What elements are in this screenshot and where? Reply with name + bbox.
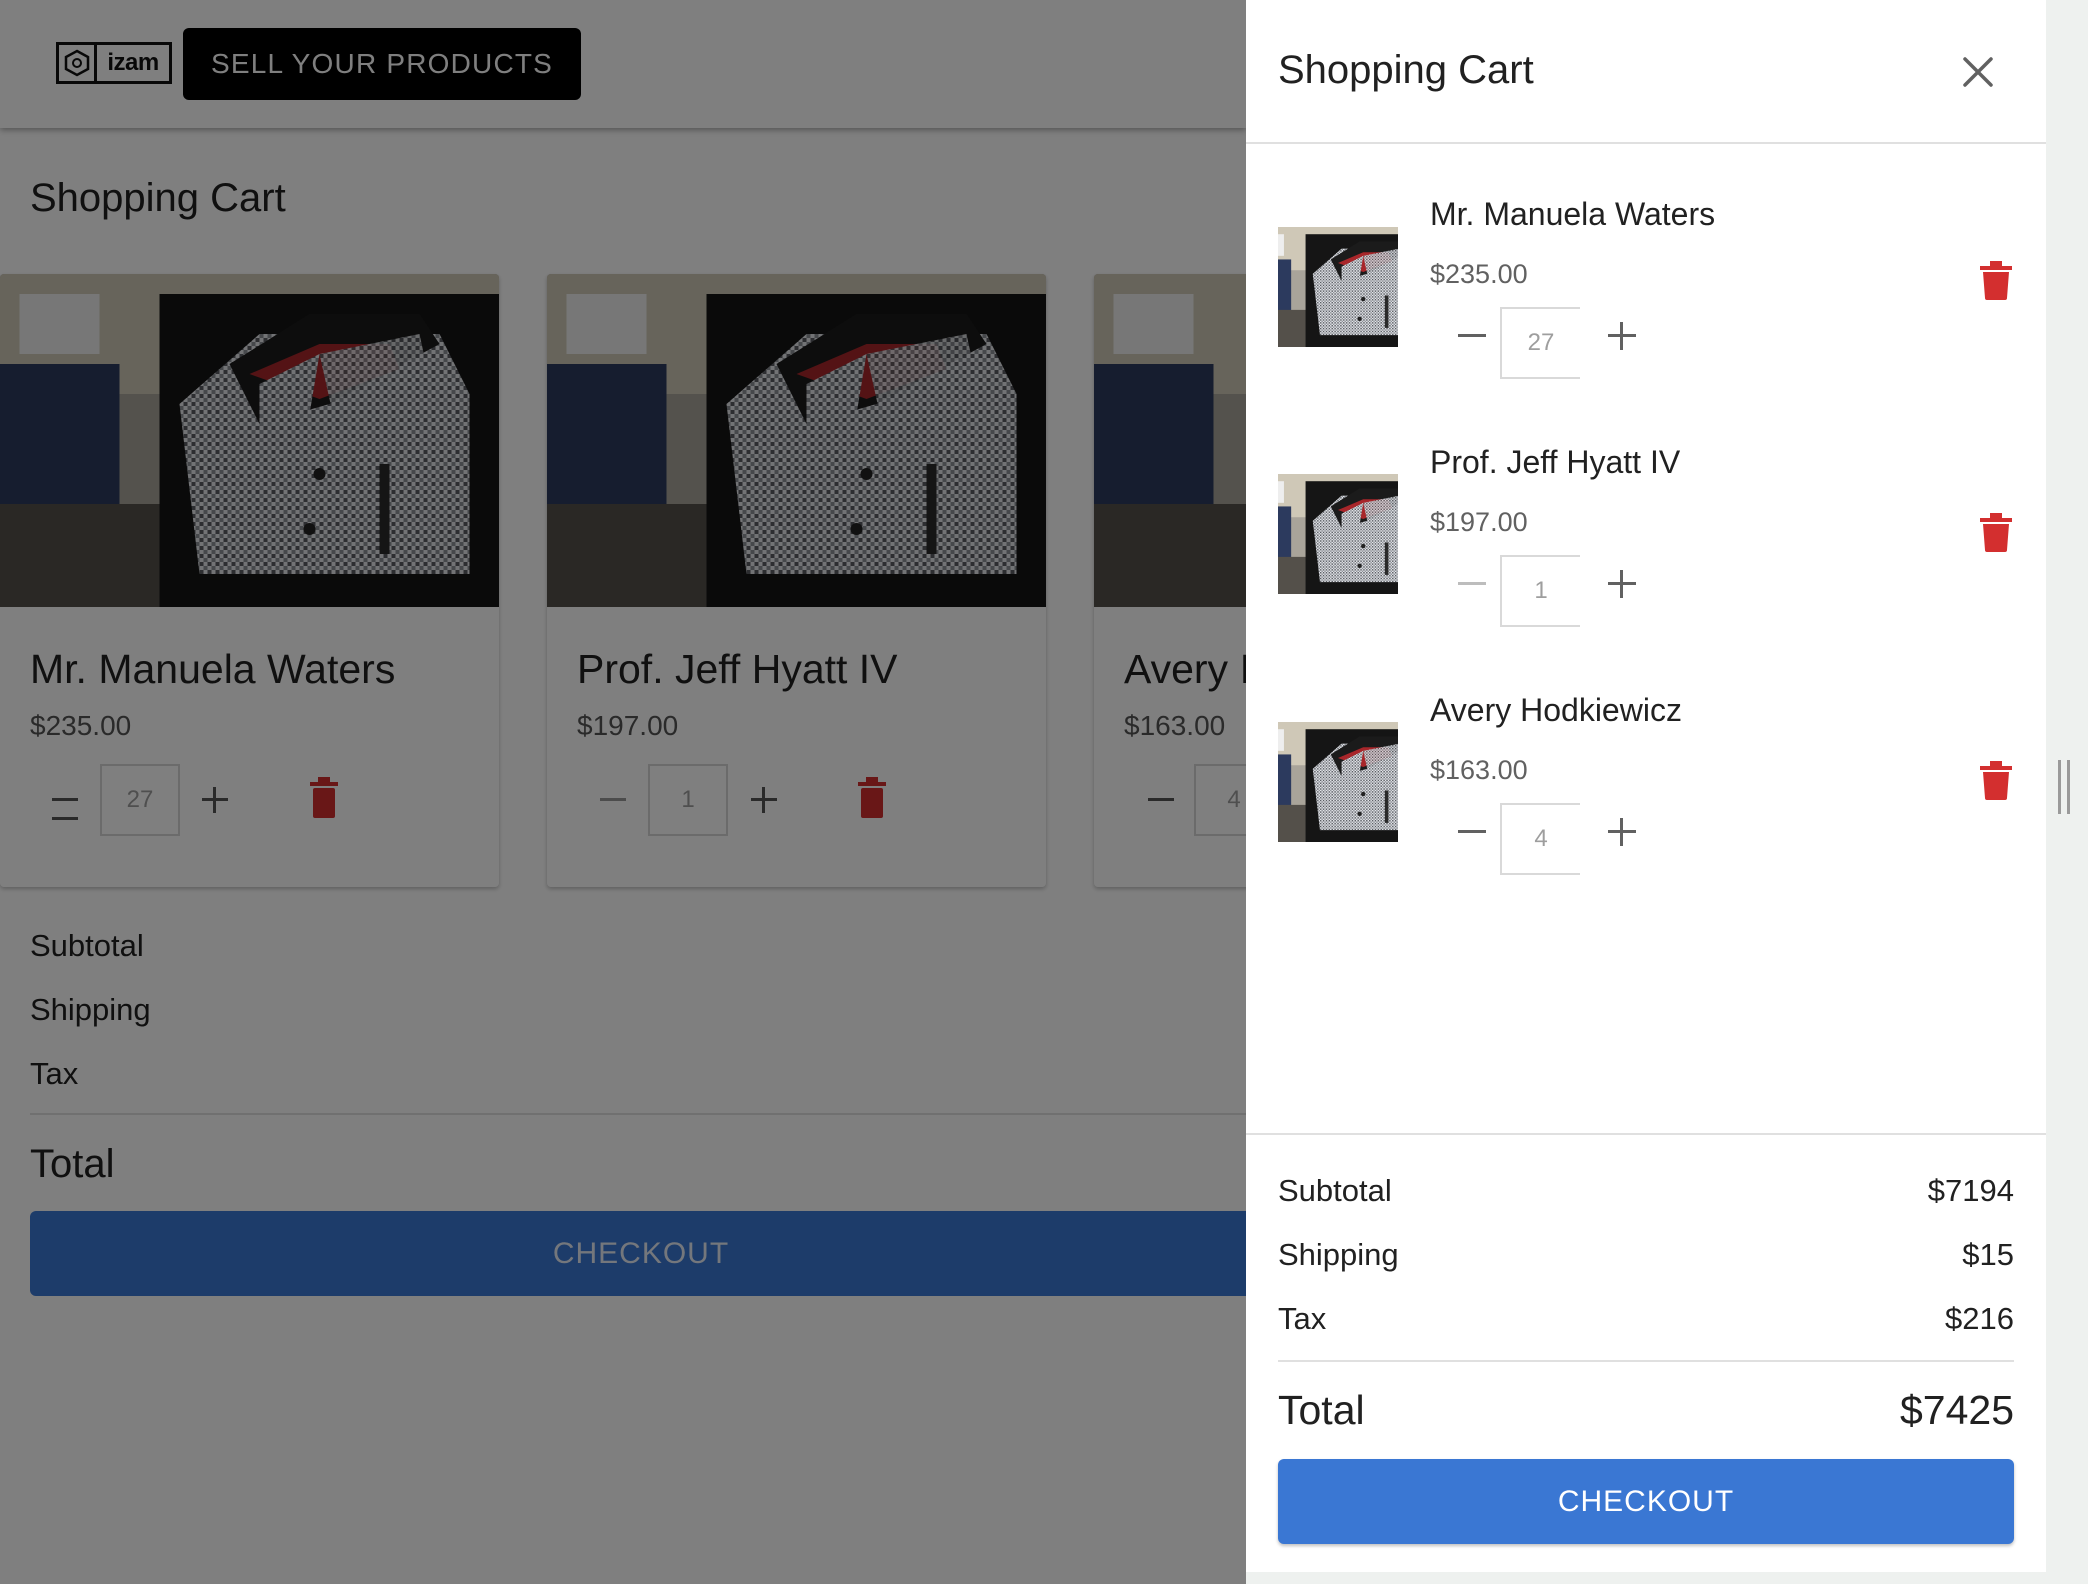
cart-item-price: $197.00 (1430, 507, 1528, 537)
minus-icon (1458, 582, 1486, 585)
plus-icon (1608, 818, 1636, 846)
drawer-header: Shopping Cart (1246, 0, 2046, 144)
shipping-row: Shipping $15 (1278, 1237, 2014, 1273)
subtotal-row: Subtotal $7194 (1278, 1173, 2014, 1209)
cart-item-price: $235.00 (1430, 259, 1528, 289)
quantity-input[interactable]: 1 (1500, 555, 1580, 627)
decrease-quantity-button[interactable] (1450, 810, 1494, 854)
quantity-input[interactable]: 4 (1500, 803, 1580, 875)
product-thumbnail (1278, 227, 1398, 347)
window-bottom-strip (1246, 1572, 2088, 1584)
trash-icon (1980, 761, 2012, 800)
product-thumbnail (1278, 474, 1398, 594)
total-row: Total $7425 (1278, 1387, 2014, 1434)
increase-quantity-button[interactable] (1600, 562, 1644, 606)
plus-icon (1608, 570, 1636, 598)
subtotal-value: $7194 (1927, 1173, 2014, 1208)
cart-drawer: Shopping Cart Mr. Manuela Waters $235.00… (1246, 0, 2046, 1572)
minus-icon (1458, 830, 1486, 833)
cart-item: Mr. Manuela Waters $235.00 27 (1246, 196, 2046, 436)
shipping-label: Shipping (1278, 1237, 1399, 1272)
close-button[interactable] (1954, 48, 2002, 96)
increase-quantity-button[interactable] (1600, 314, 1644, 358)
drawer-scrim[interactable] (0, 0, 1246, 1584)
trash-icon (1980, 261, 2012, 300)
total-value: $7425 (1899, 1387, 2014, 1433)
quantity-input[interactable]: 27 (1500, 307, 1580, 379)
decrease-quantity-button[interactable] (1450, 314, 1494, 358)
close-icon (1963, 57, 1993, 87)
cart-item: Prof. Jeff Hyatt IV $197.00 1 (1246, 444, 2046, 684)
trash-icon (1980, 513, 2012, 552)
increase-quantity-button[interactable] (1600, 810, 1644, 854)
cart-item-name: Avery Hodkiewicz (1430, 692, 1682, 728)
divider (1278, 1360, 2014, 1362)
cart-item-name: Mr. Manuela Waters (1430, 196, 1716, 232)
subtotal-label: Subtotal (1278, 1173, 1392, 1208)
checkout-button[interactable]: CHECKOUT (1278, 1459, 2014, 1544)
tax-label: Tax (1278, 1301, 1327, 1336)
cart-item-name: Prof. Jeff Hyatt IV (1430, 444, 1681, 480)
delete-item-button[interactable] (1980, 512, 2012, 552)
product-thumbnail (1278, 722, 1398, 842)
total-label: Total (1278, 1387, 1365, 1433)
shipping-value: $15 (1962, 1237, 2014, 1272)
cart-item-price: $163.00 (1430, 755, 1528, 785)
decrease-quantity-button[interactable] (1450, 562, 1494, 606)
delete-item-button[interactable] (1980, 760, 2012, 800)
order-summary: Subtotal $7194 Shipping $15 Tax $216 Tot… (1246, 1133, 2046, 1572)
drawer-title: Shopping Cart (1278, 48, 1534, 92)
plus-icon (1608, 322, 1636, 350)
tax-value: $216 (1945, 1301, 2014, 1336)
cart-item: Avery Hodkiewicz $163.00 4 (1246, 692, 2046, 932)
delete-item-button[interactable] (1980, 260, 2012, 300)
minus-icon (1458, 334, 1486, 337)
resize-handle[interactable] (2058, 760, 2070, 814)
tax-row: Tax $216 (1278, 1301, 2014, 1337)
